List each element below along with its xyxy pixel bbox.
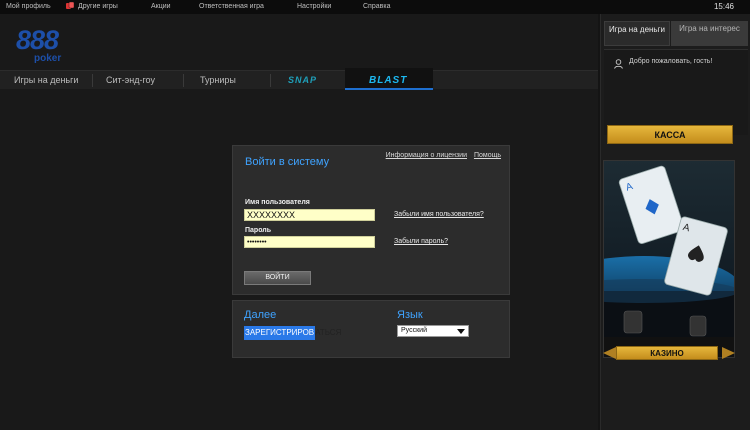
register-label-rest: АТЬСЯ xyxy=(315,328,342,337)
menu-my-profile[interactable]: Мой профиль xyxy=(6,0,51,14)
license-info-link[interactable]: Информация о лицензии xyxy=(386,152,467,159)
next-title: Далее xyxy=(244,309,277,321)
language-selected: Русский xyxy=(401,327,427,334)
tab-sit-and-go[interactable]: Сит-энд-гоу xyxy=(106,71,155,90)
register-label-highlight: ЗАРЕГИСТРИРОВ xyxy=(244,326,316,340)
login-button[interactable]: ВОЙТИ xyxy=(244,271,311,285)
tab-real-money[interactable]: Игра на деньги xyxy=(604,21,670,46)
login-dialog: Войти в систему Информация о лицензии По… xyxy=(232,145,510,295)
tab-separator xyxy=(92,74,93,87)
cashier-button[interactable]: КАССА xyxy=(607,125,733,144)
language-select[interactable]: Русский xyxy=(397,325,469,337)
menu-other-games-label: Другие игры xyxy=(78,3,118,10)
tab-play-money-label: Игра на интерес xyxy=(679,24,740,33)
clock: 15:46 xyxy=(713,2,734,11)
logo-number: 888 xyxy=(16,25,59,55)
tab-real-money-label: Игра на деньги xyxy=(609,25,665,34)
casino-button[interactable]: КАЗИНО xyxy=(616,346,718,360)
casino-banner[interactable]: A A xyxy=(603,160,735,358)
language-title: Язык xyxy=(397,309,423,321)
cards-icon xyxy=(66,2,75,9)
register-language-panel: Далее ЗАРЕГИСТРИРОВАТЬСЯ Язык Русский xyxy=(232,300,510,358)
tab-cash-games[interactable]: Игры на деньги xyxy=(14,71,78,90)
username-label: Имя пользователя xyxy=(245,199,310,206)
menu-help[interactable]: Справка xyxy=(363,0,390,14)
tab-play-money[interactable]: Игра на интерес xyxy=(671,21,748,46)
tab-snap[interactable]: SNAP xyxy=(288,71,317,90)
username-field[interactable]: XXXXXXXX xyxy=(244,209,375,221)
casino-artwork: A A xyxy=(604,161,734,357)
tab-tournaments[interactable]: Турниры xyxy=(200,71,236,90)
password-field[interactable]: •••••••• xyxy=(244,236,375,248)
password-label: Пароль xyxy=(245,227,272,234)
menu-settings[interactable]: Настройки xyxy=(297,0,331,14)
game-tabs: Игры на деньги Сит-энд-гоу Турниры SNAP … xyxy=(0,68,598,90)
login-title: Войти в систему xyxy=(245,156,330,168)
welcome-box: Добро пожаловать, гость! xyxy=(604,49,748,135)
menu-other-games[interactable]: Другие игры xyxy=(66,0,118,14)
logo-sub: poker xyxy=(34,53,62,64)
forgot-password-link[interactable]: Забыли пароль? xyxy=(394,238,448,245)
welcome-text: Добро пожаловать, гость! xyxy=(629,58,713,65)
user-icon xyxy=(614,59,623,69)
tab-separator xyxy=(270,74,271,87)
menu-responsible-gaming[interactable]: Ответственная игра xyxy=(199,0,264,14)
help-link[interactable]: Помощь xyxy=(474,152,501,159)
menu-promotions[interactable]: Акции xyxy=(151,0,171,14)
forgot-username-link[interactable]: Забыли имя пользователя? xyxy=(394,211,484,218)
dropdown-arrow-icon xyxy=(457,329,465,334)
tab-blast[interactable]: BLAST xyxy=(369,71,407,90)
register-button[interactable]: ЗАРЕГИСТРИРОВАТЬСЯ xyxy=(244,326,341,340)
tab-separator xyxy=(183,74,184,87)
top-menubar: Мой профиль Другие игры Акции Ответствен… xyxy=(0,0,750,14)
login-links: Информация о лицензии Помощь xyxy=(381,152,501,159)
